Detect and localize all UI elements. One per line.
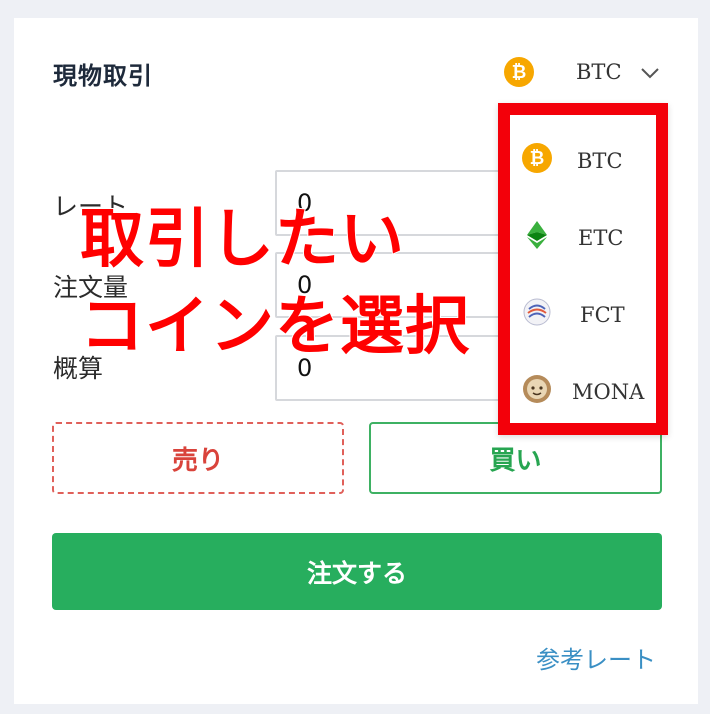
bitcoin-icon: ₿ (522, 143, 552, 173)
dropdown-item-label: MONA (572, 380, 645, 404)
dropdown-item-label: ETC (578, 226, 624, 250)
selected-coin-label: BTC (576, 60, 622, 84)
dropdown-item-btc[interactable]: ₿ BTC (510, 125, 656, 185)
annotation-text-line1: 取引したい (79, 202, 405, 278)
coin-selector[interactable]: ₿ BTC (503, 56, 663, 90)
dropdown-item-label: FCT (580, 303, 625, 327)
page-title: 現物取引 (53, 62, 153, 90)
dropdown-item-fct[interactable]: FCT (510, 279, 656, 339)
factom-icon (522, 297, 552, 327)
place-order-button[interactable]: 注文する (52, 533, 662, 610)
chevron-down-icon (639, 62, 661, 88)
coin-dropdown-menu: ₿ BTC ETC FCT MONA (498, 103, 668, 435)
annotation-text-line2: コインを選択 (79, 289, 470, 365)
reference-rate-link[interactable]: 参考レート (536, 640, 656, 675)
dropdown-item-label: BTC (577, 149, 623, 173)
dropdown-item-etc[interactable]: ETC (510, 202, 656, 262)
sell-button[interactable]: 売り (52, 422, 344, 494)
ethereum-classic-icon (522, 220, 552, 250)
dropdown-item-mona[interactable]: MONA (510, 356, 656, 416)
monacoin-icon (522, 374, 552, 404)
bitcoin-icon: ₿ (504, 57, 534, 87)
